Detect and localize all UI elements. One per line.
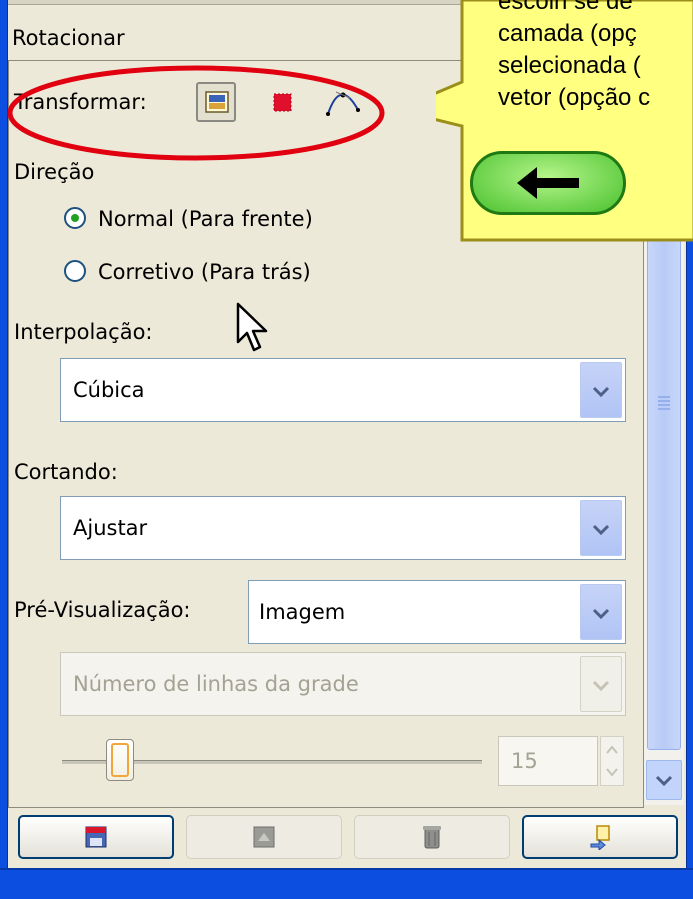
grid-lines-dropdown-button <box>580 656 622 712</box>
save-icon <box>85 826 107 848</box>
radio-corrective[interactable] <box>64 260 86 282</box>
grid-lines-spin-buttons <box>600 736 624 786</box>
save-options-button[interactable] <box>18 815 174 859</box>
chevron-down-icon <box>592 680 610 692</box>
chevron-down-icon <box>592 608 610 620</box>
grid-lines-spinbox: 15 <box>498 736 598 786</box>
radio-normal-label[interactable]: Normal (Para frente) <box>98 207 313 231</box>
callout-line: vetor (opção c <box>498 84 651 111</box>
delete-icon <box>423 826 441 849</box>
restore-options-button <box>186 815 342 859</box>
clipping-select[interactable]: Ajustar <box>60 496 626 560</box>
callout-line: camada (opç <box>498 20 637 47</box>
spin-arrows-icon <box>606 745 618 777</box>
restore-icon <box>253 826 275 848</box>
callout-line: selecionada ( <box>498 52 641 79</box>
scrollbar-down-button[interactable] <box>646 760 682 800</box>
reset-icon <box>590 825 610 850</box>
callout-text: escolh se de camada (opç selecionada ( v… <box>498 0 650 114</box>
callout-back-button[interactable] <box>470 151 626 215</box>
clipping-label: Cortando: <box>14 460 118 484</box>
interpolation-select[interactable]: Cúbica <box>60 358 626 422</box>
radio-corrective-label[interactable]: Corretivo (Para trás) <box>98 260 311 284</box>
grid-lines-select: Número de linhas da grade <box>60 652 626 716</box>
window-frame-bottom <box>0 868 693 899</box>
slider-grip <box>111 743 129 777</box>
chevron-down-icon <box>655 775 673 787</box>
grip-icon <box>658 396 670 410</box>
radio-normal[interactable] <box>64 207 86 229</box>
left-arrow-icon <box>517 167 579 199</box>
grid-lines-value: 15 <box>511 749 538 773</box>
tool-title: Rotacionar <box>12 26 125 50</box>
clipping-value: Ajustar <box>73 516 148 540</box>
highlight-ellipse <box>7 65 385 161</box>
preview-select[interactable]: Imagem <box>248 580 626 644</box>
chevron-down-icon <box>592 386 610 398</box>
clipping-dropdown-button[interactable] <box>580 500 622 556</box>
interpolation-label: Interpolação: <box>14 320 153 344</box>
direction-label: Direção <box>14 160 95 184</box>
radio-dot <box>71 214 79 222</box>
chevron-down-icon <box>592 524 610 536</box>
preview-label: Pré-Visualização: <box>14 598 191 622</box>
preview-value: Imagem <box>259 600 346 624</box>
callout-line: escolh se de <box>498 0 633 15</box>
grid-lines-slider-handle <box>106 739 134 781</box>
interpolation-value: Cúbica <box>73 378 145 402</box>
interpolation-dropdown-button[interactable] <box>580 362 622 418</box>
reset-options-button[interactable] <box>522 815 678 859</box>
delete-options-button <box>354 815 510 859</box>
mouse-cursor-icon <box>236 302 268 352</box>
panel-top-edge <box>8 0 488 5</box>
grid-lines-option: Número de linhas da grade <box>73 672 359 696</box>
preview-dropdown-button[interactable] <box>580 584 622 640</box>
